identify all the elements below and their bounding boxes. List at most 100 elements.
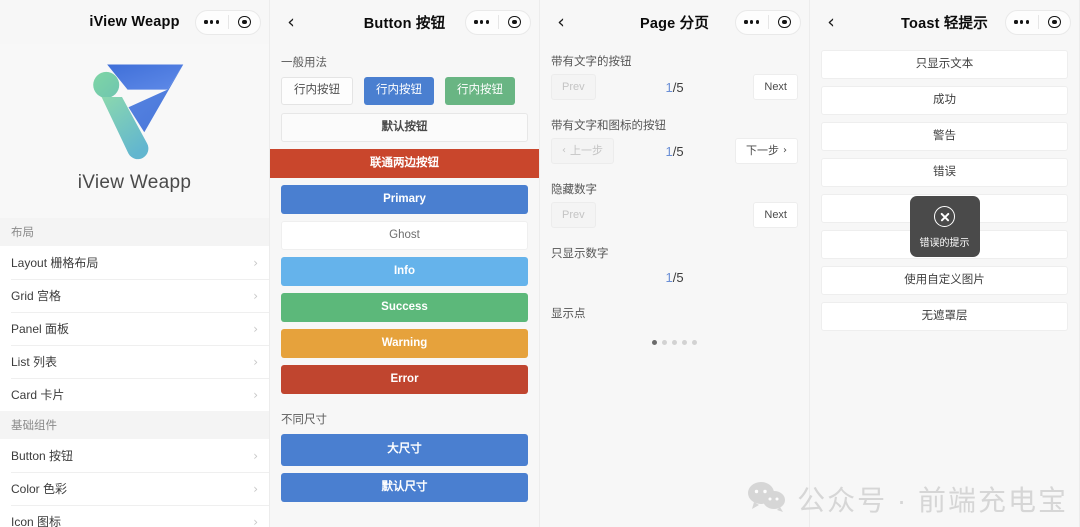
target-icon[interactable] <box>769 15 801 29</box>
pager-current: 1 <box>665 269 673 285</box>
panel-button: ‹ Button 按钮 一般用法 行内按钮 行内按钮 行内按钮 默认按钮 联通两… <box>270 0 540 527</box>
list-item[interactable]: Layout 栅格布局 › <box>0 246 269 279</box>
pager-dot[interactable] <box>682 340 687 345</box>
pager-dot[interactable] <box>662 340 667 345</box>
pager-dot[interactable] <box>652 340 657 345</box>
list-item[interactable]: Grid 宫格 › <box>0 279 269 312</box>
list-item[interactable]: Card 卡片 › <box>0 378 269 411</box>
capsule-menu-page[interactable] <box>735 9 801 35</box>
toast-message: 错误的提示 <box>919 238 970 249</box>
toast-button-error[interactable]: 错误 <box>821 158 1068 187</box>
capsule-menu-toast[interactable] <box>1005 9 1071 35</box>
list-item-label: Grid 宫格 <box>11 289 62 303</box>
list-item-label: Icon 图标 <box>11 515 62 527</box>
pager-label-text-icon: 带有文字和图标的按钮 <box>551 120 666 132</box>
more-icon[interactable] <box>1006 20 1038 24</box>
iview-logo-icon <box>79 58 191 162</box>
back-icon[interactable]: ‹ <box>818 9 844 35</box>
chevron-right-icon: › <box>253 321 258 336</box>
pager-prev-button[interactable]: Prev <box>551 202 596 228</box>
target-icon[interactable] <box>229 15 261 29</box>
brand-name: iView Weapp <box>77 172 192 193</box>
toast-button-no-mask[interactable]: 无遮罩层 <box>821 302 1068 331</box>
pager-prev-label: Prev <box>562 208 585 221</box>
pager-dots[interactable] <box>540 326 809 355</box>
pager-next-button[interactable]: 下一步 › <box>735 138 798 164</box>
navbar-button: ‹ Button 按钮 <box>270 0 539 44</box>
screenshot-stage: iView Weapp iView Weapp 布局 Layout 栅格布局 ›… <box>0 0 1080 527</box>
pager-dot[interactable] <box>692 340 697 345</box>
size-button-large[interactable]: 大尺寸 <box>281 434 528 466</box>
capsule-menu-button[interactable] <box>465 9 531 35</box>
toast-button-success[interactable]: 成功 <box>821 86 1068 115</box>
list-item-label: Panel 面板 <box>11 322 70 336</box>
block-button-error[interactable]: Error <box>281 365 528 394</box>
chevron-right-icon: › <box>783 145 787 156</box>
block-button-default[interactable]: 默认按钮 <box>281 113 528 142</box>
more-icon[interactable] <box>736 20 768 24</box>
pager-numbers-only: 1/5 <box>540 266 809 296</box>
more-icon[interactable] <box>196 20 228 24</box>
pager-text-icon: ‹ 上一步 1/5 下一步 › <box>540 138 809 172</box>
pager-next-label: 下一步 <box>746 144 779 157</box>
pager-prev-label: Prev <box>562 80 585 93</box>
chevron-right-icon: › <box>253 288 258 303</box>
more-icon[interactable] <box>466 20 498 24</box>
navbar-page: ‹ Page 分页 <box>540 0 809 44</box>
pager-label-numbers-only: 只显示数字 <box>551 248 609 260</box>
size-button-default[interactable]: 默认尺寸 <box>281 473 528 502</box>
pager-count: 1/5 <box>596 80 754 95</box>
block-button-longlink[interactable]: 联通两边按钮 <box>270 149 539 178</box>
pager-label-dots: 显示点 <box>551 308 586 320</box>
pager-next-label: Next <box>764 80 787 93</box>
list-item[interactable]: Panel 面板 › <box>0 312 269 345</box>
list-item-label: Card 卡片 <box>11 388 65 402</box>
section-header-basic: 基础组件 <box>0 411 269 439</box>
toast-button-text-only[interactable]: 只显示文本 <box>821 50 1068 79</box>
block-button-info[interactable]: Info <box>281 257 528 286</box>
toast-popup: 错误的提示 <box>909 196 980 257</box>
group-label-general: 一般用法 <box>281 57 327 69</box>
toast-button-custom-image[interactable]: 使用自定义图片 <box>821 266 1068 295</box>
pager-dot[interactable] <box>672 340 677 345</box>
pager-text: Prev 1/5 Next <box>540 74 809 108</box>
inline-button-primary[interactable]: 行内按钮 <box>364 77 434 105</box>
chevron-right-icon: › <box>253 481 258 496</box>
pager-hidden-number: Prev Next <box>540 202 809 236</box>
pager-prev-button[interactable]: Prev <box>551 74 596 100</box>
inline-button-default[interactable]: 行内按钮 <box>281 77 353 105</box>
pager-next-label: Next <box>764 208 787 221</box>
list-item[interactable]: List 列表 › <box>0 345 269 378</box>
pager-count: 1/5 <box>614 144 735 159</box>
pager-label-text: 带有文字的按钮 <box>551 56 632 68</box>
back-icon[interactable]: ‹ <box>548 9 574 35</box>
list-item-label: Button 按钮 <box>11 449 74 463</box>
list-item[interactable]: Color 色彩 › <box>0 472 269 505</box>
back-icon[interactable]: ‹ <box>278 9 304 35</box>
pager-next-button[interactable]: Next <box>753 202 798 228</box>
pager-current: 1 <box>665 143 673 159</box>
chevron-right-icon: › <box>253 354 258 369</box>
chevron-right-icon: › <box>253 448 258 463</box>
pager-next-button[interactable]: Next <box>753 74 798 100</box>
target-icon[interactable] <box>499 15 531 29</box>
navbar-toast: ‹ Toast 轻提示 <box>810 0 1079 44</box>
panel-toast: ‹ Toast 轻提示 只显示文本 成功 警告 错误 Loading 使用图标 … <box>810 0 1080 527</box>
inline-button-success[interactable]: 行内按钮 <box>445 77 515 105</box>
block-button-warning[interactable]: Warning <box>281 329 528 358</box>
pager-current: 1 <box>665 79 673 95</box>
block-button-ghost[interactable]: Ghost <box>281 221 528 250</box>
list-item-label: Layout 栅格布局 <box>11 256 99 270</box>
pager-total: 5 <box>676 143 684 159</box>
capsule-menu-home[interactable] <box>195 9 261 35</box>
toast-button-warning[interactable]: 警告 <box>821 122 1068 151</box>
block-button-primary[interactable]: Primary <box>281 185 528 214</box>
block-button-success[interactable]: Success <box>281 293 528 322</box>
section-header-layout: 布局 <box>0 218 269 246</box>
panel-home: iView Weapp iView Weapp 布局 Layout 栅格布局 ›… <box>0 0 270 527</box>
pager-prev-button[interactable]: ‹ 上一步 <box>551 138 614 164</box>
pager-label-hidden-number: 隐藏数字 <box>551 184 597 196</box>
list-item[interactable]: Button 按钮 › <box>0 439 269 472</box>
target-icon[interactable] <box>1039 15 1071 29</box>
list-item[interactable]: Icon 图标 › <box>0 505 269 527</box>
